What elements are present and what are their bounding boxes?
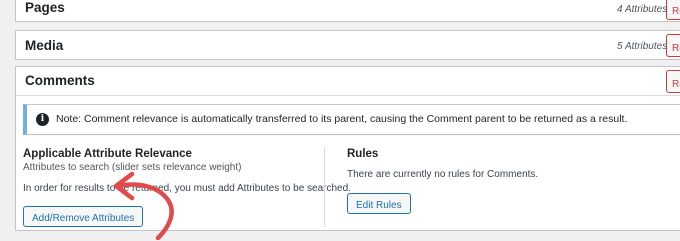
comments-header: Comments Remove [16,67,680,96]
add-remove-attributes-button[interactable]: Add/Remove Attributes [23,206,144,227]
pages-title: Pages [25,0,65,15]
column-divider [324,147,325,227]
rules-title: Rules [347,148,379,160]
pages-row: Pages 4 Attributes Remove [15,0,680,22]
media-title: Media [25,38,64,53]
pages-attribute-count: 4 Attributes [617,4,668,15]
comments-remove-button[interactable]: Remove [666,70,680,93]
pages-remove-button[interactable]: Remove [666,0,680,20]
attribute-relevance-title: Applicable Attribute Relevance [23,148,192,160]
media-row: Media 5 Attributes Remove [15,30,680,60]
info-icon: i [36,113,49,126]
attribute-relevance-subtitle: Attributes to search (slider sets releva… [23,162,242,173]
notice-text: Note: Comment relevance is automatically… [56,113,628,125]
edit-rules-button[interactable]: Edit Rules [347,193,411,214]
media-attribute-count: 5 Attributes [617,41,668,52]
relevance-notice: i Note: Comment relevance is automatical… [23,104,680,135]
no-rules-message: There are currently no rules for Comment… [347,169,539,180]
attributes-required-message: In order for results to be returned, you… [23,183,351,194]
comments-title: Comments [25,73,95,88]
media-remove-button[interactable]: Remove [666,34,680,57]
comments-row: Comments Remove i Note: Comment relevanc… [15,66,680,231]
